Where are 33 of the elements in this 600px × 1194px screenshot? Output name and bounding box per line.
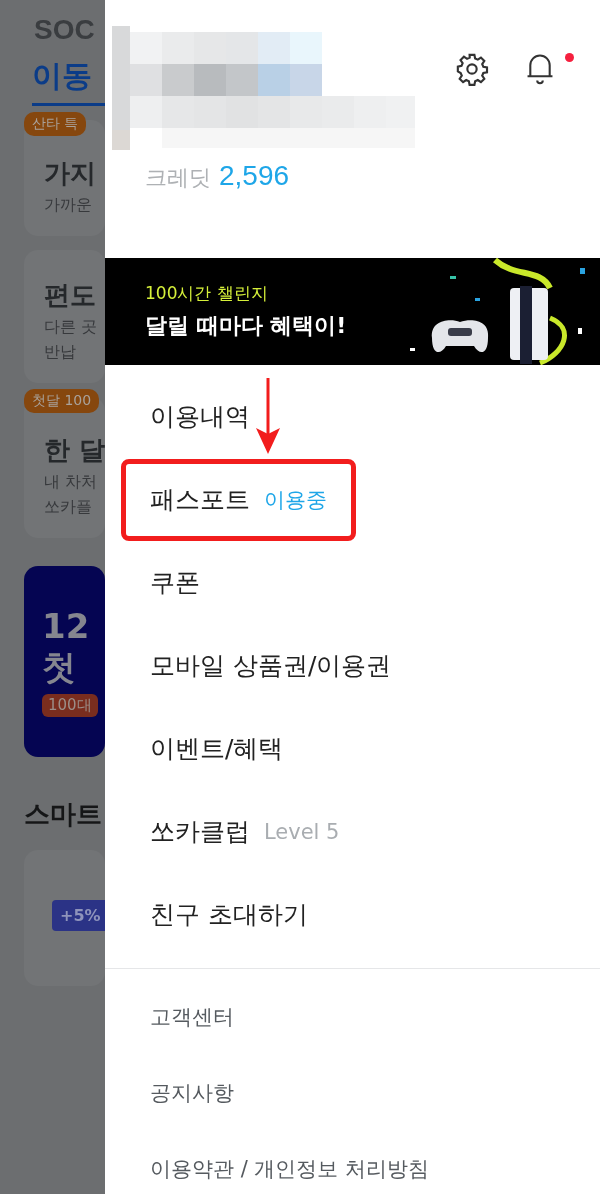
tag: 산타 특 (24, 112, 87, 136)
card-text: 다른 곳 (44, 317, 99, 338)
status-label: Level 5 (264, 819, 340, 844)
card-text: 쏘카플 (44, 497, 93, 518)
status-label: 이용중 (264, 486, 327, 514)
settings-icon[interactable] (455, 52, 489, 86)
menu-item[interactable]: 쏘카클럽 (150, 815, 250, 848)
menu-item[interactable]: 모바일 상품권/이용권 (150, 649, 392, 682)
card-title: 한 달 (44, 434, 105, 467)
card-text: 반납 (44, 342, 77, 363)
section-title: 스마트 (24, 797, 103, 831)
promo-pill: 100대 (42, 693, 98, 717)
credit-label: 크레딧 (145, 164, 211, 192)
banner-kicker: 100시간 챌린지 (145, 282, 269, 305)
promo-banner[interactable]: 100시간 챌린지 달릴 때마다 혜택이! (105, 258, 600, 365)
promo-text: 12 (42, 606, 91, 647)
menu-item[interactable]: 공지사항 (150, 1079, 234, 1107)
card-title: 가지 (44, 157, 97, 190)
card-text: 가까운 (44, 195, 93, 216)
tag: 첫달 100 (24, 389, 100, 413)
menu-item[interactable]: 이벤트/혜택 (150, 732, 284, 765)
credit-value: 2,596 (219, 160, 290, 192)
arrow-icon (255, 378, 281, 456)
card-text: 내 차처 (44, 472, 99, 493)
menu-item[interactable]: 고객센터 (150, 1003, 234, 1031)
menu-item[interactable]: 이용약관 / 개인정보 처리방침 (150, 1155, 430, 1183)
card-title: 편도 (44, 279, 97, 312)
menu-item[interactable]: 패스포트 (150, 483, 250, 516)
menu-item[interactable]: 친구 초대하기 (150, 898, 308, 931)
banner-headline: 달릴 때마다 혜택이! (145, 312, 347, 340)
menu-item[interactable]: 이용내역 (150, 400, 250, 433)
menu-item[interactable]: 쿠폰 (150, 566, 200, 599)
promo-text: 첫 (42, 646, 77, 688)
